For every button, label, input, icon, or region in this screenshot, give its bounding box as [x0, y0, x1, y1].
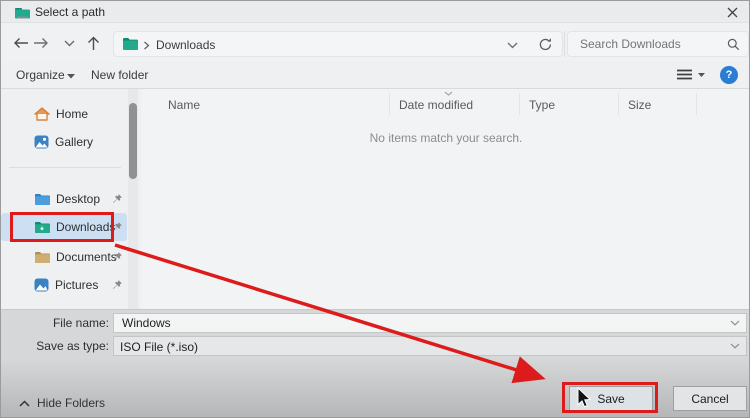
column-header-size[interactable]: Size — [628, 98, 651, 112]
hide-folders-button[interactable]: Hide Folders — [19, 396, 105, 410]
sidebar-item-documents[interactable]: Documents — [1, 243, 127, 271]
back-icon[interactable] — [12, 34, 30, 52]
chevron-up-icon — [19, 400, 30, 407]
sidebar-item-desktop[interactable]: Desktop — [1, 185, 127, 213]
column-divider[interactable] — [389, 93, 390, 115]
breadcrumb[interactable]: Downloads — [156, 38, 215, 52]
sidebar-scrollbar[interactable] — [128, 89, 138, 309]
window-title: Select a path — [35, 5, 105, 19]
sidebar-item-home[interactable]: Home — [1, 100, 127, 128]
save-as-type-value: ISO File (*.iso) — [120, 340, 198, 354]
search-box[interactable] — [567, 31, 749, 57]
organize-caret-icon — [67, 74, 75, 79]
breadcrumb-chevron-icon — [143, 41, 150, 50]
column-header-type[interactable]: Type — [529, 98, 555, 112]
sidebar-item-gallery[interactable]: Gallery — [1, 128, 127, 156]
save-as-type-chevron-icon[interactable] — [730, 343, 740, 349]
search-icon — [727, 38, 740, 51]
pin-icon[interactable] — [112, 193, 123, 204]
sidebar-divider — [9, 167, 121, 168]
annotation-box-save — [562, 382, 658, 413]
address-bar[interactable]: Downloads — [113, 31, 563, 57]
hide-folders-label: Hide Folders — [37, 396, 105, 410]
save-dialog-window: Select a path Downloads — [0, 0, 750, 418]
address-dropdown-chevron-icon[interactable] — [507, 42, 518, 49]
annotation-box-downloads — [10, 212, 114, 242]
navigation-pane: Home Gallery Desktop Downloads — [1, 89, 141, 309]
sidebar-scrollbar-thumb[interactable] — [129, 103, 137, 179]
app-icon — [15, 6, 31, 19]
nav-divider — [564, 31, 565, 57]
view-options-icon[interactable] — [677, 69, 692, 81]
recent-locations-chevron-icon[interactable] — [60, 34, 78, 52]
search-input[interactable] — [578, 35, 718, 53]
organize-button[interactable]: Organize — [16, 68, 65, 82]
new-folder-button[interactable]: New folder — [91, 68, 148, 82]
file-name-label: File name: — [9, 316, 109, 330]
refresh-icon[interactable] — [538, 37, 553, 52]
gallery-icon — [34, 135, 49, 149]
save-as-type-label: Save as type: — [9, 339, 109, 353]
column-divider[interactable] — [618, 93, 619, 115]
downloads-folder-icon — [122, 37, 139, 51]
file-list-panel: Name Date modified Type Size No items ma… — [141, 89, 750, 309]
pin-icon[interactable] — [112, 279, 123, 290]
cancel-button[interactable]: Cancel — [673, 386, 747, 411]
sidebar-item-label: Home — [56, 107, 88, 121]
file-name-section: File name: Save as type: ISO File (*.iso… — [1, 309, 749, 361]
save-as-type-select[interactable]: ISO File (*.iso) — [113, 336, 747, 356]
empty-folder-message: No items match your search. — [141, 131, 750, 145]
command-toolbar: Organize New folder ? — [1, 61, 749, 89]
forward-icon[interactable] — [32, 34, 50, 52]
pin-icon[interactable] — [112, 251, 123, 262]
documents-folder-icon — [34, 251, 50, 264]
sort-chevron-icon — [444, 91, 453, 96]
help-icon[interactable]: ? — [720, 66, 738, 84]
file-name-chevron-icon[interactable] — [730, 320, 740, 326]
sidebar-item-label: Pictures — [55, 278, 98, 292]
view-options-caret-icon[interactable] — [698, 73, 705, 78]
pictures-icon — [34, 278, 49, 292]
home-icon — [34, 107, 50, 121]
close-icon[interactable] — [719, 1, 745, 23]
sidebar-item-label: Gallery — [55, 135, 93, 149]
desktop-folder-icon — [34, 193, 50, 206]
sidebar-item-pictures[interactable]: Pictures — [1, 271, 127, 299]
sidebar-item-label: Documents — [56, 250, 117, 264]
column-divider[interactable] — [519, 93, 520, 115]
title-bar: Select a path — [1, 1, 749, 23]
navigation-bar: Downloads — [1, 23, 749, 61]
column-divider[interactable] — [696, 93, 697, 115]
file-name-combobox[interactable] — [113, 313, 747, 333]
file-name-input[interactable] — [120, 315, 700, 331]
sidebar-item-label: Desktop — [56, 192, 100, 206]
up-icon[interactable] — [84, 34, 102, 52]
column-header-date-modified[interactable]: Date modified — [399, 98, 473, 112]
column-header-name[interactable]: Name — [168, 98, 200, 112]
